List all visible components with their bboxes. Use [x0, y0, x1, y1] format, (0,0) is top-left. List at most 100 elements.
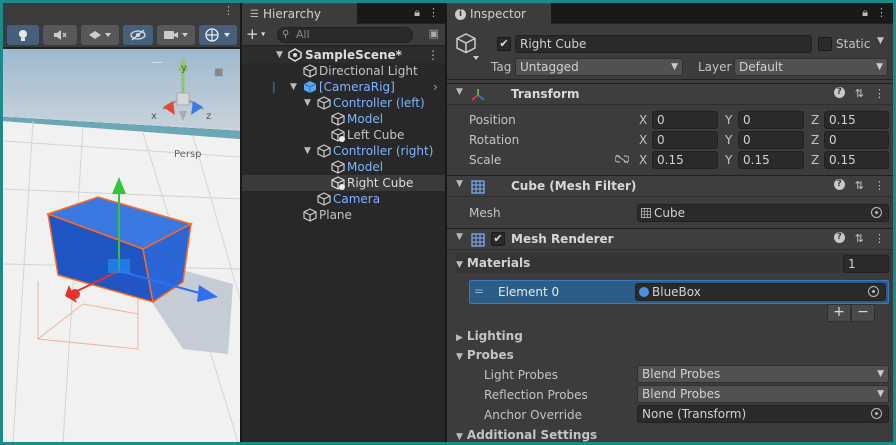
projection-label[interactable]: Persp — [174, 149, 202, 160]
help-icon[interactable]: ? — [833, 179, 845, 190]
gameobject-header: ✔ Right Cube Static ▼ Tag Untagged ▼ Laye… — [447, 24, 893, 80]
active-checkbox[interactable]: ✔ — [497, 37, 511, 51]
expand-arrow-icon[interactable]: ▼ — [276, 47, 283, 63]
reflection-probes-label: Reflection Probes — [484, 388, 588, 402]
tab-inspector[interactable]: i Inspector — [447, 3, 551, 24]
mesh-label: Mesh — [469, 206, 501, 220]
reflection-probes-dropdown[interactable]: Blend Probes ▼ — [637, 385, 889, 403]
component-menu-icon[interactable]: ⋮ — [874, 87, 885, 100]
scene-visibility-icon[interactable] — [123, 25, 153, 45]
lighting-toggle-icon[interactable] — [7, 25, 39, 45]
object-picker-icon[interactable] — [871, 408, 882, 419]
gizmo-lock-icon[interactable]: ■ — [214, 67, 223, 78]
mesh-renderer-header[interactable]: ▼ ✔ Mesh Renderer ? ⇅ ⋮ — [447, 228, 893, 250]
rotation-y-input[interactable]: 0 — [738, 131, 804, 149]
fold-arrow-icon[interactable]: ▼ — [456, 232, 463, 242]
tree-row-controller-right[interactable]: ▼ Controller (right) — [242, 143, 445, 159]
rotation-z-input[interactable]: 0 — [824, 131, 889, 149]
tree-row-controller-left[interactable]: ▼ Controller (left) — [242, 95, 445, 111]
scene-viewport[interactable]: — ■ y x z Persp — [3, 49, 240, 442]
scale-z-input[interactable]: 0.15 — [824, 151, 889, 169]
position-y-input[interactable]: 0 — [738, 111, 804, 129]
gameobject-large-icon[interactable] — [455, 32, 481, 62]
hierarchy-search-input[interactable]: ⚲ All — [277, 27, 413, 43]
add-element-button[interactable]: + — [827, 304, 851, 322]
preset-icon[interactable]: ⇅ — [855, 232, 864, 245]
more-icon[interactable]: ⋮ — [428, 6, 439, 20]
position-z-input[interactable]: 0.15 — [824, 111, 889, 129]
search-icon: ⚲ — [282, 29, 290, 40]
layer-dropdown[interactable]: Default ▼ — [734, 58, 888, 76]
probes-foldout[interactable]: ▼ Probes — [456, 348, 514, 362]
preset-icon[interactable]: ⇅ — [855, 87, 864, 100]
tree-row-plane[interactable]: Plane — [242, 207, 445, 223]
scene-more-icon[interactable]: ⋮ — [427, 47, 439, 63]
materials-foldout[interactable]: ▼ Materials — [456, 253, 891, 273]
lock-icon[interactable]: 🔒︎ — [862, 6, 868, 20]
anchor-override-field[interactable]: None (Transform) — [637, 405, 889, 423]
tree-row-camerarig[interactable]: | ▼ [CameraRig] › — [242, 79, 445, 95]
additional-settings-foldout[interactable]: ▼ Additional Settings — [456, 428, 597, 442]
constrain-proportions-icon[interactable] — [615, 154, 629, 164]
audio-mute-icon[interactable] — [43, 25, 77, 45]
scene-more-icon[interactable]: ⋮ — [223, 5, 234, 16]
gizmos-dropdown-icon[interactable] — [199, 25, 237, 45]
tree-row-left-cube[interactable]: Left Cube — [242, 127, 445, 143]
renderer-enabled-checkbox[interactable]: ✔ — [491, 232, 505, 246]
lock-icon[interactable]: 🔒︎ — [414, 6, 420, 20]
element-label: Element 0 — [498, 285, 560, 299]
material-element-row[interactable]: = Element 0 BlueBox — [469, 280, 889, 304]
lighting-foldout[interactable]: ▶ Lighting — [456, 329, 523, 343]
create-button[interactable]: + ▾ — [246, 26, 265, 43]
expand-arrow-icon[interactable]: ▼ — [304, 143, 311, 159]
expand-arrow-icon[interactable]: ▼ — [304, 95, 311, 111]
materials-size-input[interactable]: 1 — [843, 255, 889, 273]
search-options-icon[interactable]: ▣ — [429, 27, 439, 40]
expand-arrow-icon[interactable]: ▼ — [290, 79, 297, 95]
component-menu-icon[interactable]: ⋮ — [874, 232, 885, 245]
effects-dropdown-icon[interactable] — [81, 25, 119, 45]
tree-row-right-cube[interactable]: Right Cube — [242, 175, 445, 191]
position-x-input[interactable]: 0 — [652, 111, 718, 129]
rotation-x-input[interactable]: 0 — [652, 131, 718, 149]
mesh-filter-header[interactable]: ▼ Cube (Mesh Filter) ? ⇅ ⋮ — [447, 175, 893, 197]
tree-row-model-left[interactable]: Model — [242, 111, 445, 127]
tab-hierarchy[interactable]: ☰ Hierarchy — [242, 3, 357, 24]
scale-y-input[interactable]: 0.15 — [738, 151, 804, 169]
hierarchy-tree: ▼ SampleScene* ⋮ Directional Light | ▼ [… — [242, 47, 445, 223]
tree-row-scene[interactable]: ▼ SampleScene* ⋮ — [242, 47, 445, 63]
help-icon[interactable]: ? — [833, 87, 845, 98]
hierarchy-list-icon: ☰ — [250, 8, 259, 20]
tree-row-model-right[interactable]: Model — [242, 159, 445, 175]
inspector-tabbar: i Inspector 🔒︎ ⋮ — [447, 3, 893, 24]
scale-x-label: X — [639, 153, 648, 167]
scale-x-input[interactable]: 0.15 — [652, 151, 718, 169]
object-picker-icon[interactable] — [868, 286, 879, 297]
camera-settings-icon[interactable] — [157, 25, 195, 45]
drag-handle-icon[interactable]: = — [474, 284, 484, 298]
scene-name: SampleScene* — [305, 48, 402, 62]
fold-arrow-icon[interactable]: ▼ — [456, 179, 463, 189]
transform-header[interactable]: ▼ Transform ? ⇅ ⋮ — [447, 83, 893, 105]
fold-arrow-icon[interactable]: ▼ — [456, 87, 463, 97]
tag-dropdown[interactable]: Untagged ▼ — [515, 58, 683, 76]
scale-label: Scale — [469, 153, 502, 167]
open-prefab-icon[interactable]: › — [433, 79, 438, 95]
help-icon[interactable]: ? — [833, 232, 845, 243]
mesh-object-field[interactable]: Cube — [637, 204, 889, 222]
gizmo-axis-z: z — [206, 111, 212, 122]
tree-row-camera[interactable]: Camera — [242, 191, 445, 207]
remove-element-button[interactable]: − — [851, 304, 875, 322]
object-picker-icon[interactable] — [871, 207, 882, 218]
more-icon[interactable]: ⋮ — [876, 6, 887, 20]
static-checkbox[interactable] — [818, 37, 832, 51]
gameobject-icon — [317, 192, 331, 206]
preset-icon[interactable]: ⇅ — [855, 179, 864, 192]
static-dropdown-icon[interactable]: ▼ — [877, 36, 884, 46]
material-object-field[interactable]: BlueBox — [635, 283, 886, 301]
light-probes-dropdown[interactable]: Blend Probes ▼ — [637, 365, 889, 383]
object-name-input[interactable]: Right Cube — [515, 35, 812, 53]
component-menu-icon[interactable]: ⋮ — [874, 179, 885, 192]
tree-row-directional-light[interactable]: Directional Light — [242, 63, 445, 79]
gizmo-minus-icon[interactable]: — — [151, 55, 163, 69]
